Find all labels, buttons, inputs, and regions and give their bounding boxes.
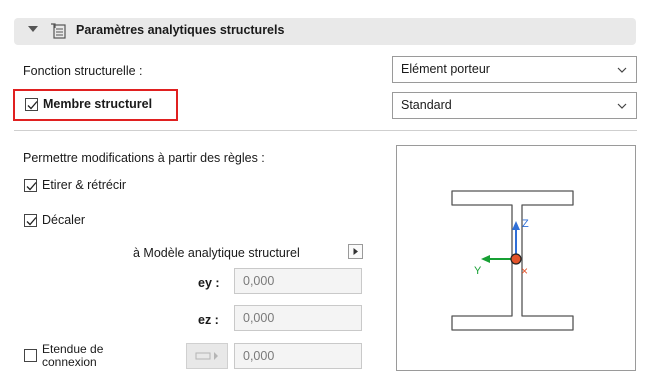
offset-checkbox[interactable] [24, 214, 37, 227]
origin-point-icon [510, 253, 522, 265]
ey-field[interactable]: 0,000 [234, 268, 362, 294]
y-axis-arrow-icon [481, 255, 490, 263]
checkmark-icon [26, 217, 37, 226]
i-beam-diagram: Z Y × [451, 190, 574, 331]
checkmark-icon [27, 101, 38, 110]
x-axis-label: × [521, 264, 528, 278]
structural-settings-icon [51, 23, 66, 39]
collapse-triangle-icon[interactable] [28, 26, 38, 32]
connection-label: Etendue de connexion [42, 343, 103, 369]
section-divider [14, 130, 637, 131]
checkmark-icon [26, 182, 37, 191]
ey-label: ey : [198, 276, 220, 290]
connection-label-line1: Etendue de [42, 342, 104, 356]
structural-function-label: Fonction structurelle : [23, 64, 143, 78]
stretch-checkbox[interactable] [24, 179, 37, 192]
connection-field[interactable]: 0,000 [234, 343, 362, 369]
chevron-down-icon [617, 103, 627, 109]
structural-function-dropdown[interactable]: Elément porteur [392, 56, 637, 83]
play-right-icon [353, 248, 358, 255]
connection-checkbox[interactable] [24, 349, 37, 362]
ez-label: ez : [198, 313, 219, 327]
chevron-down-icon [617, 67, 627, 73]
analytical-model-expand-button[interactable] [348, 244, 363, 259]
y-axis-label: Y [474, 265, 482, 277]
structural-member-label: Membre structurel [43, 97, 153, 111]
stretch-label: Etirer & rétrécir [42, 178, 127, 192]
rules-label: Permettre modifications à partir des règ… [23, 151, 265, 165]
ez-field[interactable]: 0,000 [234, 305, 362, 331]
structural-member-dropdown[interactable]: Standard [392, 92, 637, 119]
connection-type-button[interactable] [186, 343, 228, 369]
analytical-model-label: à Modèle analytique structurel [133, 246, 300, 260]
z-axis-label: Z [522, 218, 529, 230]
structural-member-value: Standard [401, 98, 452, 112]
profile-preview: Z Y × [396, 145, 636, 371]
connection-extent-icon [195, 352, 218, 360]
structural-function-value: Elément porteur [401, 62, 490, 76]
section-title: Paramètres analytiques structurels [76, 23, 285, 37]
ez-value: 0,000 [243, 311, 275, 325]
structural-member-checkbox[interactable] [25, 98, 38, 111]
ey-value: 0,000 [243, 274, 275, 288]
section-header[interactable]: Paramètres analytiques structurels [14, 18, 636, 45]
connection-label-line2: connexion [42, 355, 97, 369]
connection-value: 0,000 [243, 349, 275, 363]
offset-label: Décaler [42, 213, 86, 227]
